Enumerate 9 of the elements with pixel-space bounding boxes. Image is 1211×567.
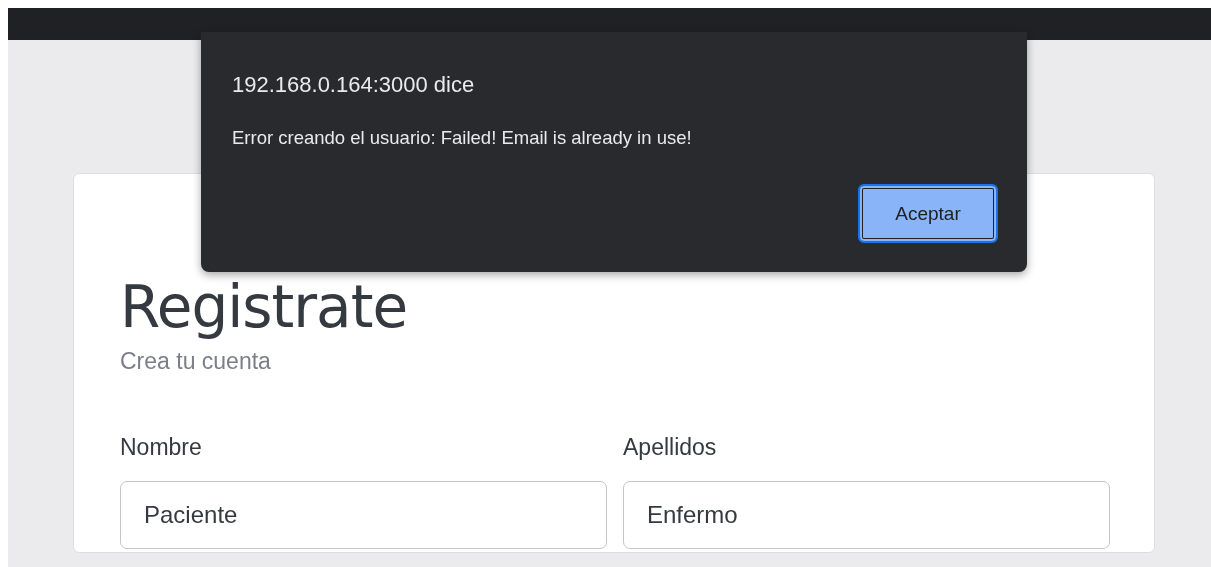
form-title: Registrate: [120, 274, 409, 340]
input-field[interactable]: Enfermo: [623, 481, 1110, 549]
form-subtitle: Crea tu cuenta: [120, 347, 272, 376]
dialog-title: 192.168.0.164:3000 dice: [232, 71, 476, 99]
field-label: Nombre: [120, 433, 203, 462]
accept-button[interactable]: Aceptar: [858, 184, 998, 243]
dialog-message: Error creando el usuario: Failed! Email is already in use!: [232, 126, 693, 150]
field-label: Apellidos: [623, 433, 718, 462]
input-field[interactable]: Paciente: [120, 481, 607, 549]
